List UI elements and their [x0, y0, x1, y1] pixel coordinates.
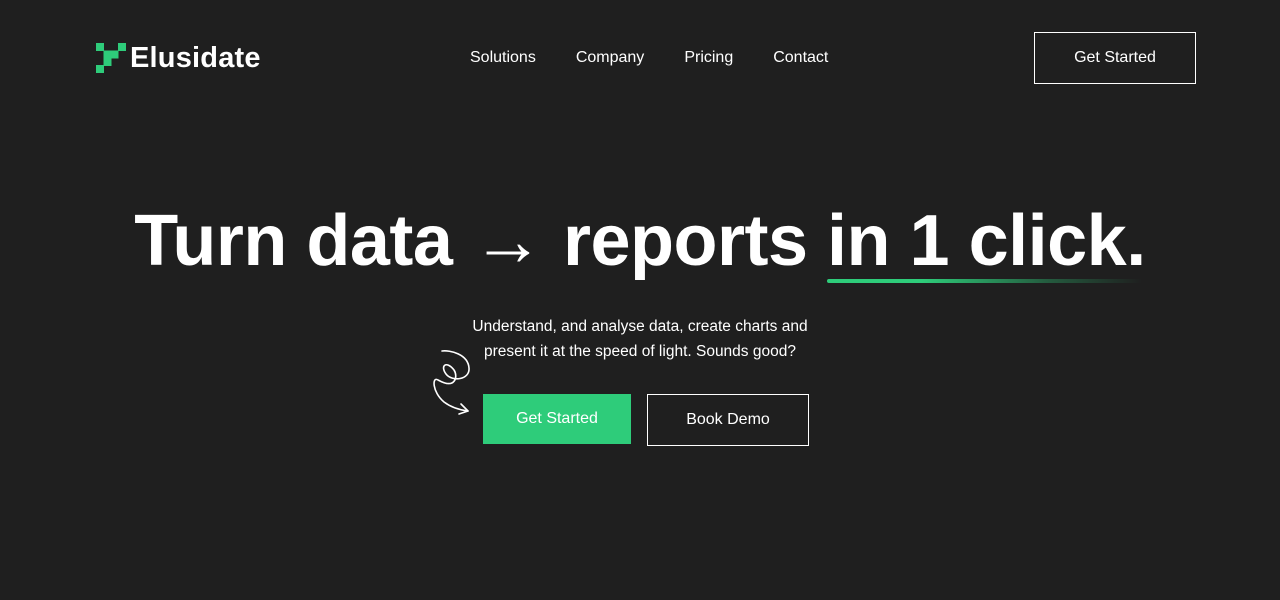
curly-arrow-icon	[433, 350, 470, 415]
nav-company[interactable]: Company	[576, 49, 644, 67]
hero-subtitle-line2: present it at the speed of light. Sounds…	[484, 343, 796, 360]
site-header: Elusidate Solutions Company Pricing Cont…	[0, 0, 1280, 114]
header-get-started-button[interactable]: Get Started	[1034, 32, 1196, 84]
hero-title-highlight: in 1 click.	[827, 201, 1146, 281]
nav-solutions[interactable]: Solutions	[470, 49, 536, 67]
book-demo-button[interactable]: Book Demo	[647, 394, 809, 446]
landing-page: Elusidate Solutions Company Pricing Cont…	[0, 0, 1280, 600]
hero-subtitle-line1: Understand, and analyse data, create cha…	[472, 318, 808, 335]
hero-subtitle: Understand, and analyse data, create cha…	[440, 314, 840, 364]
hero-title-part1: Turn data	[134, 201, 453, 281]
logo-text: Elusidate	[130, 42, 261, 74]
hero-title-highlight-wrap: in 1 click.	[827, 198, 1146, 284]
highlight-underline	[827, 279, 1142, 283]
arrow-right-icon: →	[471, 201, 544, 281]
hero-title: Turn data → reports in 1 click.	[0, 198, 1280, 284]
nav-contact[interactable]: Contact	[773, 49, 828, 67]
main-nav: Solutions Company Pricing Contact	[470, 47, 828, 69]
hero-get-started-button[interactable]: Get Started	[483, 394, 631, 444]
hero-title-part2: reports	[562, 201, 808, 281]
nav-pricing[interactable]: Pricing	[684, 49, 733, 67]
logo[interactable]: Elusidate	[96, 43, 261, 73]
pixel-logo-icon	[96, 43, 126, 73]
